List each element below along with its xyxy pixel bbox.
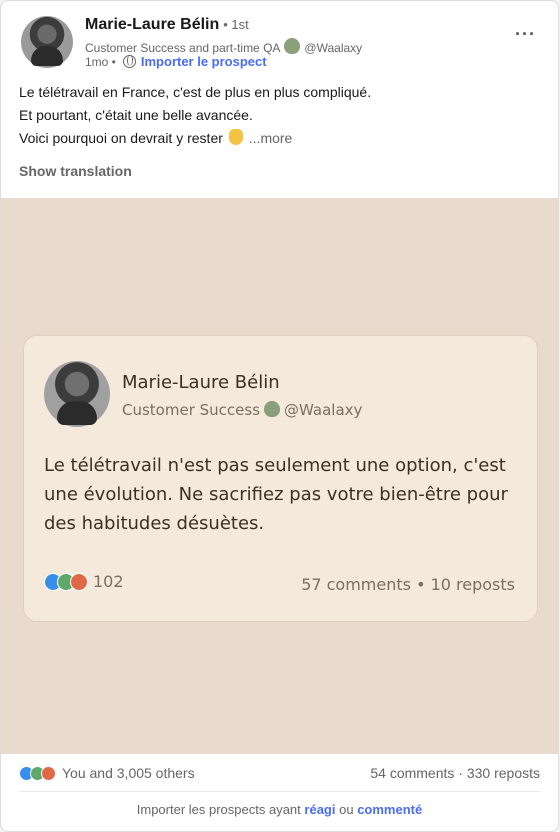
feed-post-card: Marie-Laure Bélin • 1st Customer Success … [0,0,559,832]
social-counts: You and 3,005 others 54 comments · 330 r… [19,765,540,781]
quote-author-name: Marie-Laure Bélin [122,372,280,393]
post-text: Le télétravail en France, c'est de plus … [19,81,539,150]
love-icon [70,572,88,591]
import-prospect-button[interactable]: Importer le prospect [141,54,267,69]
show-translation-button[interactable]: Show translation [19,163,132,179]
quote-author-headline: Customer Success @Waalaxy [122,401,363,419]
quote-text: Le télétravail n'est pas seulement une o… [44,455,508,534]
alien-emoji-icon [264,401,281,417]
more-options-icon[interactable]: ··· [515,24,536,45]
post-text-line: Le télétravail en France, c'est de plus … [19,84,372,100]
post-image[interactable]: Marie-Laure Bélin Customer Success @Waala… [1,198,558,754]
post-meta: 1mo • Importer le prospect [85,54,267,69]
import-commented-link[interactable]: commenté [357,802,422,817]
reactions-summary[interactable]: You and 3,005 others [19,765,195,781]
author-avatar[interactable] [21,16,73,68]
post-text-line: Et pourtant, c'était une belle avancée. [19,107,253,123]
import-reactors-bar: Importer les prospects ayant réagi ou co… [136,802,423,817]
post-text-line: Voici pourquoi on devrait y rester ...mo… [19,129,293,146]
author-headline: Customer Success and part-time QA @Waalax… [85,38,362,55]
quote-reaction-count: 102 [93,572,124,591]
divider [19,791,540,792]
author-name[interactable]: Marie-Laure Bélin [85,16,219,33]
globe-icon [122,55,136,68]
reactions-text[interactable]: You and 3,005 others [62,765,195,781]
alien-emoji-icon [284,38,301,54]
author-name-row[interactable]: Marie-Laure Bélin • 1st [85,16,249,34]
quote-reactions: 102 [44,572,124,591]
quote-avatar [44,361,110,427]
see-more-button[interactable]: ...more [249,130,293,146]
post-header: Marie-Laure Bélin • 1st Customer Success … [21,16,558,72]
connection-degree: • 1st [223,17,249,32]
quote-stats: 57 comments • 10 reposts [301,575,515,594]
pointing-down-emoji-icon [228,129,243,145]
love-icon [41,765,56,781]
comments-reposts-count[interactable]: 54 comments · 330 reposts [370,765,540,781]
post-time: 1mo • [85,54,116,69]
quote-card: Marie-Laure Bélin Customer Success @Waala… [23,335,538,622]
import-reacted-link[interactable]: réagi [304,802,335,817]
